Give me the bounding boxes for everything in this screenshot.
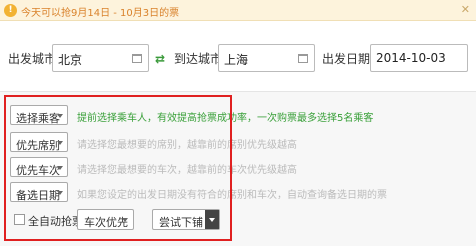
notice-bar: ! 今天可以抢9月14日 - 10月3日的票 ✕ [0,0,476,21]
bell-icon: ! [4,4,17,17]
to-city-label: 到达城市 [174,52,223,66]
to-city-input[interactable]: 上海 [218,44,315,72]
close-icon[interactable]: ✕ [461,3,470,16]
city-picker-icon[interactable] [298,54,308,63]
date-input[interactable]: 2014-10-03 [370,44,468,72]
to-city-value: 上海 [224,53,249,67]
swap-icon[interactable]: ⇄ [155,52,165,66]
date-label: 出发日期 [322,52,371,66]
search-row: 出发城市 北京 ⇄ 到达城市 上海 出发日期 2014-10-03 [0,40,476,76]
city-picker-icon[interactable] [132,54,142,63]
notice-text: 今天可以抢9月14日 - 10月3日的票 [21,8,180,19]
from-city-label: 出发城市 [8,52,57,66]
highlight-box [4,95,232,241]
from-city-value: 北京 [58,53,83,67]
from-city-input[interactable]: 北京 [52,44,149,72]
date-value: 2014-10-03 [376,51,446,65]
